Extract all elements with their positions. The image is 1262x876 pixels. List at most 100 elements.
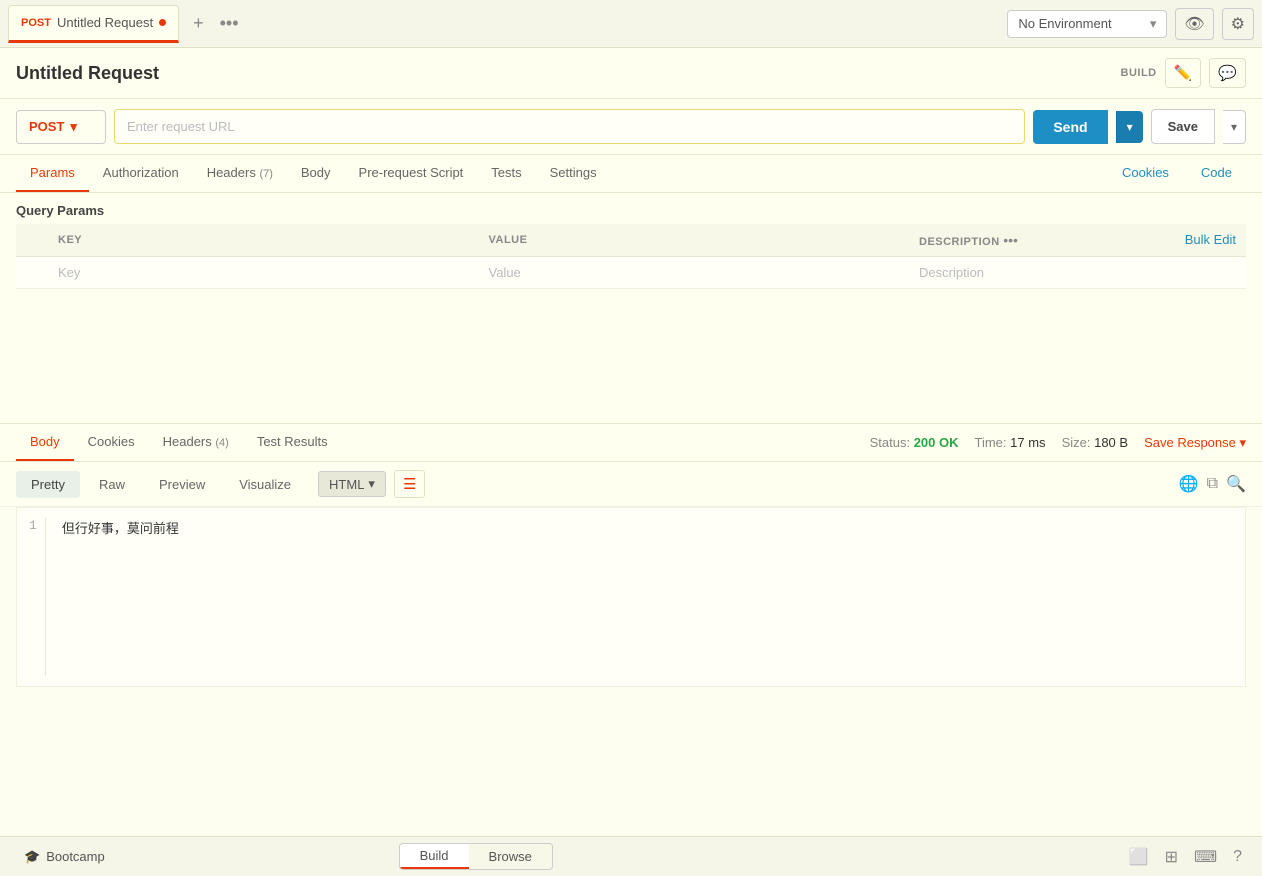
help-icon[interactable]: ?: [1229, 843, 1246, 871]
send-dropdown-button[interactable]: ▾: [1116, 111, 1143, 143]
send-button[interactable]: Send: [1033, 110, 1107, 144]
status-value: 200 OK: [914, 435, 959, 450]
description-cell[interactable]: Description: [909, 257, 1246, 289]
tab-bar: POST Untitled Request + ••• No Environme…: [0, 0, 1262, 48]
eye-icon-button[interactable]: 👁: [1175, 8, 1213, 40]
bootcamp-label: Bootcamp: [46, 849, 105, 864]
tab-unsaved-dot: [159, 19, 166, 26]
time-value: 17 ms: [1010, 435, 1045, 450]
format-value: HTML: [329, 477, 364, 492]
size-label: Size:: [1062, 435, 1091, 450]
comment-icon-button[interactable]: 💬: [1209, 58, 1246, 88]
params-section: Query Params KEY VALUE DESCRIPTION ••• B…: [0, 193, 1262, 293]
env-area: No Environment ▾ 👁 ⚙: [1007, 8, 1254, 40]
copy-icon-button[interactable]: ⧉: [1207, 474, 1218, 494]
resp-tab-body[interactable]: Body: [16, 424, 74, 461]
code-content: 但行好事，莫问前程: [62, 518, 1233, 676]
tab-method: POST: [21, 17, 51, 29]
params-table: KEY VALUE DESCRIPTION ••• Bulk Edit Key …: [16, 224, 1246, 289]
request-tabs: Params Authorization Headers (7) Body Pr…: [0, 155, 1262, 193]
build-browse-toggle: Build Browse: [399, 843, 553, 870]
bootcamp-button[interactable]: 🎓 Bootcamp: [16, 845, 113, 869]
code-line-1: 但行好事，莫问前程: [62, 518, 1233, 537]
save-dropdown-button[interactable]: ▾: [1223, 110, 1246, 144]
value-cell[interactable]: Value: [479, 257, 910, 289]
fmt-raw[interactable]: Raw: [84, 471, 140, 498]
bottom-icons: ⬜ ⊞ ⌨ ?: [1125, 843, 1246, 871]
save-response-button[interactable]: Save Response ▾: [1144, 435, 1246, 451]
tab-right-area: Cookies Code: [1108, 155, 1246, 192]
response-text: 但行好事，莫问前程: [62, 518, 179, 537]
keyboard-icon[interactable]: ⌨: [1190, 843, 1221, 871]
key-cell[interactable]: Key: [48, 257, 479, 289]
chevron-down-icon: ▾: [1150, 16, 1157, 32]
globe-icon[interactable]: 🌐: [1179, 474, 1199, 494]
time-area: Time: 17 ms: [975, 435, 1046, 450]
env-label: No Environment: [1018, 16, 1111, 31]
more-tabs-button[interactable]: •••: [214, 9, 245, 38]
params-empty-area: [0, 293, 1262, 423]
split-view-icon[interactable]: ⊞: [1161, 843, 1182, 871]
resp-tab-test-results[interactable]: Test Results: [243, 424, 342, 461]
query-params-label: Query Params: [16, 203, 1246, 218]
col-check-header: [16, 224, 48, 257]
tab-headers[interactable]: Headers (7): [193, 155, 287, 192]
browse-button[interactable]: Browse: [469, 844, 552, 869]
request-header: Untitled Request BUILD ✏️ 💬: [0, 48, 1262, 99]
fmt-visualize[interactable]: Visualize: [224, 471, 306, 498]
bulk-edit-button[interactable]: Bulk Edit: [1185, 232, 1236, 247]
method-select[interactable]: POST ▾: [16, 110, 106, 144]
tab-authorization[interactable]: Authorization: [89, 155, 193, 192]
edit-icon-button[interactable]: ✏️: [1165, 58, 1202, 88]
tab-code[interactable]: Code: [1187, 155, 1246, 192]
table-row: Key Value Description: [16, 257, 1246, 289]
search-icon-button[interactable]: 🔍: [1226, 474, 1246, 494]
response-format-bar: Pretty Raw Preview Visualize HTML ▾ ☰ 🌐 …: [0, 462, 1262, 507]
col-value-header: VALUE: [479, 224, 910, 257]
size-area: Size: 180 B: [1062, 435, 1129, 450]
fmt-preview[interactable]: Preview: [144, 471, 220, 498]
chevron-down-icon: ▾: [70, 119, 77, 135]
tab-body[interactable]: Body: [287, 155, 345, 192]
save-button[interactable]: Save: [1151, 109, 1215, 144]
tab-actions: + •••: [187, 9, 244, 38]
resp-tab-cookies[interactable]: Cookies: [74, 424, 149, 461]
tab-cookies[interactable]: Cookies: [1108, 155, 1183, 192]
line-numbers: 1: [29, 518, 46, 676]
resp-tab-headers[interactable]: Headers (4): [149, 424, 243, 461]
format-select-dropdown[interactable]: HTML ▾: [318, 471, 386, 497]
tab-tests[interactable]: Tests: [477, 155, 535, 192]
url-input[interactable]: [114, 109, 1025, 144]
response-status-area: Status: 200 OK Time: 17 ms Size: 180 B S…: [870, 435, 1246, 451]
build-button[interactable]: Build: [400, 844, 469, 869]
add-tab-button[interactable]: +: [187, 9, 210, 38]
sidebar-left-icon[interactable]: ⬜: [1125, 843, 1153, 871]
build-area: BUILD ✏️ 💬: [1121, 58, 1246, 88]
status-text-label: Status:: [870, 435, 910, 450]
page-title: Untitled Request: [16, 63, 159, 84]
tab-pre-request-script[interactable]: Pre-request Script: [345, 155, 478, 192]
size-value: 180 B: [1094, 435, 1128, 450]
settings-icon-button[interactable]: ⚙: [1222, 8, 1254, 40]
time-label: Time:: [975, 435, 1007, 450]
tab-settings[interactable]: Settings: [536, 155, 611, 192]
fmt-pretty[interactable]: Pretty: [16, 471, 80, 498]
tab-name: Untitled Request: [57, 15, 153, 30]
col-key-header: KEY: [48, 224, 479, 257]
bottom-bar: 🎓 Bootcamp Build Browse ⬜ ⊞ ⌨ ?: [0, 836, 1262, 876]
word-wrap-button[interactable]: ☰: [394, 470, 425, 498]
response-tabs-bar: Body Cookies Headers (4) Test Results St…: [0, 423, 1262, 462]
build-label: BUILD: [1121, 67, 1157, 79]
tab-item[interactable]: POST Untitled Request: [8, 5, 179, 43]
environment-select[interactable]: No Environment ▾: [1007, 10, 1167, 38]
tab-params[interactable]: Params: [16, 155, 89, 192]
dots-menu-button[interactable]: •••: [1003, 232, 1018, 248]
url-bar: POST ▾ Send ▾ Save ▾: [0, 99, 1262, 155]
response-icons: 🌐 ⧉ 🔍: [1179, 474, 1246, 494]
chevron-down-icon: ▾: [368, 476, 375, 492]
method-value: POST: [29, 119, 64, 134]
status-label: Status: 200 OK: [870, 435, 959, 450]
bootcamp-icon: 🎓: [24, 849, 40, 865]
response-content: 1 但行好事，莫问前程: [16, 507, 1246, 687]
row-checkbox-cell: [16, 257, 48, 289]
